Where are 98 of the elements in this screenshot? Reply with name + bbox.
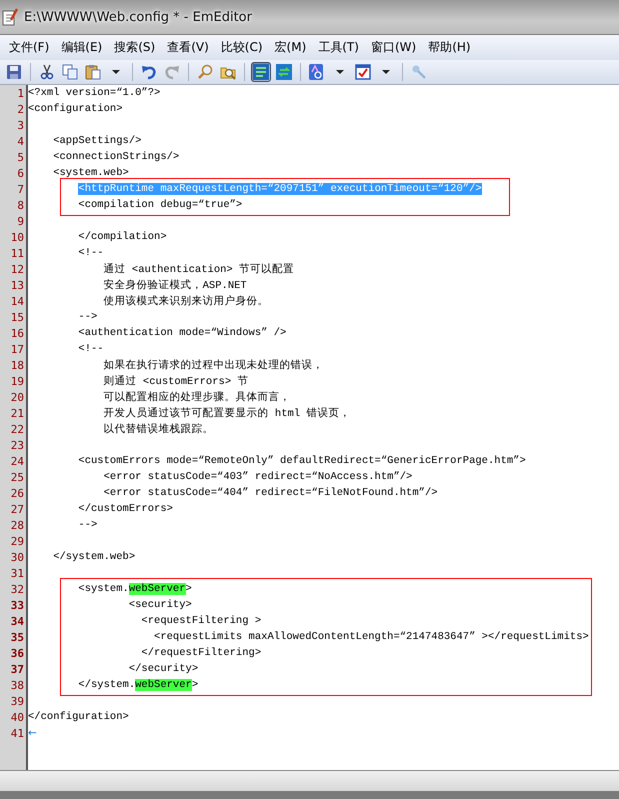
menu-item[interactable]: 查看(V) (161, 36, 215, 59)
menu-item[interactable]: 宏(M) (268, 36, 312, 59)
code-line: <requestFiltering > (140, 615, 262, 627)
line-number: 27 (10, 502, 24, 516)
line-number: 35 (10, 630, 24, 644)
code-line: </compilation> (77, 231, 167, 243)
line-number: 37 (10, 662, 24, 676)
code-line: 以代替错误堆栈跟踪。 (102, 422, 214, 436)
code-line: <configuration> (28, 103, 123, 115)
code-line: <error statusCode=“403” redirect=“NoAccess.htm”/> (102, 471, 412, 483)
line-number: 11 (10, 246, 24, 260)
menu-item[interactable]: 工具(T) (312, 36, 365, 59)
toolbar-button[interactable] (353, 62, 373, 82)
code-line: 使用该模式来识别来访用户身份。 (102, 294, 269, 308)
code-line: <connectionStrings/> (52, 151, 180, 163)
line-number: 21 (10, 406, 24, 420)
save-icon (6, 64, 22, 80)
line-number: 14 (10, 294, 24, 308)
line-number: 7 (16, 182, 24, 196)
search-icon (197, 64, 213, 80)
line-number: 22 (10, 422, 24, 436)
undo-icon (141, 64, 157, 80)
code-line: 安全身份验证模式，ASP.NET (102, 278, 247, 292)
code-line: </requestFiltering> (140, 647, 262, 659)
menu-item[interactable]: 帮助(H) (422, 36, 477, 59)
code-line: <error statusCode=“404” redirect=“FileNotFound.htm”/> (102, 487, 438, 499)
line-number: 41 (10, 726, 24, 740)
code-line: <requestLimits maxAllowedContentLength=“2147483647” ></requestLimits> (153, 631, 589, 643)
code-line: 可以配置相应的处理步骤。具体而言， (102, 390, 291, 404)
code-line: --> (77, 311, 98, 323)
code-line: </system.webServer> (77, 679, 198, 691)
menu-item[interactable]: 窗口(W) (364, 36, 422, 59)
code-line: <system.webServer> (77, 583, 192, 595)
code-line: <system.web> (52, 167, 129, 179)
clipboard-icon (85, 64, 101, 80)
menu-item[interactable]: 比较(C) (214, 36, 269, 59)
code-line: 通过 <authentication> 节可以配置 (102, 262, 294, 276)
lines-icon (253, 64, 269, 80)
line-number: 38 (10, 678, 24, 692)
window-title: E:\WWWW\Web.config * - EmEditor (24, 10, 252, 24)
code-line: </system.web> (52, 551, 136, 563)
line-number: 33 (10, 598, 24, 612)
code-line: <appSettings/> (52, 135, 142, 147)
code-line: ← (28, 726, 37, 740)
code-line: </configuration> (28, 711, 129, 723)
swap-arrows-icon (276, 64, 292, 80)
code-line: <customErrors mode=“RemoteOnly” defaultRedirect=“GenericErrorPage.htm”> (77, 455, 526, 467)
line-number: 3 (16, 118, 24, 132)
spell-icon (309, 64, 325, 80)
code-line: </customErrors> (77, 503, 173, 515)
line-number: 8 (16, 198, 24, 212)
line-number: 25 (10, 470, 24, 484)
line-number: 2 (16, 102, 24, 116)
copy-icon (62, 64, 78, 80)
line-number: 19 (10, 374, 24, 388)
line-number: 32 (10, 582, 24, 596)
line-number: 36 (10, 646, 24, 660)
line-number: 4 (16, 134, 24, 148)
line-number: 23 (10, 438, 24, 452)
line-number: 9 (16, 214, 24, 228)
line-number: 10 (10, 230, 24, 244)
code-line: <!-- (77, 343, 104, 355)
pin-icon (411, 64, 427, 80)
menu-item[interactable]: 编辑(E) (55, 36, 108, 59)
line-number: 26 (10, 486, 24, 500)
line-number: 24 (10, 454, 24, 468)
line-number: 15 (10, 310, 24, 324)
code-line: <!-- (77, 247, 104, 259)
code-line: 如果在执行请求的过程中出现未处理的错误， (102, 358, 324, 372)
line-number: 5 (16, 150, 24, 164)
menu-item[interactable]: 搜索(S) (108, 36, 162, 59)
code-line: </security> (128, 663, 198, 675)
line-number: 30 (10, 550, 24, 564)
code-line: 则通过 <customErrors> 节 (102, 374, 248, 388)
checklist-icon (355, 64, 371, 80)
line-number: 1 (16, 86, 24, 100)
code-line: --> (77, 519, 98, 531)
code-line: <security> (128, 599, 192, 611)
line-number: 6 (16, 166, 24, 180)
line-number: 18 (10, 358, 24, 372)
line-number: 29 (10, 534, 24, 548)
line-number: 17 (10, 342, 24, 356)
menu-item[interactable]: 文件(F) (3, 36, 56, 59)
code-line: <compilation debug=“true”> (77, 199, 242, 211)
code-line: 开发人员通过该节可配置要显示的 html 错误页， (102, 406, 350, 420)
line-number: 40 (10, 710, 24, 724)
line-number: 16 (10, 326, 24, 340)
line-number: 12 (10, 262, 24, 276)
code-line: <authentication mode=“Windows” /> (77, 327, 286, 339)
line-number: 31 (10, 566, 24, 580)
code-line: <?xml version=“1.0”?> (28, 87, 160, 99)
line-number: 28 (10, 518, 24, 532)
scissors-icon (39, 64, 55, 80)
redo-icon (164, 64, 180, 80)
line-number: 34 (10, 614, 24, 628)
line-number: 20 (10, 390, 24, 404)
line-number: 13 (10, 278, 24, 292)
line-number: 39 (10, 694, 24, 708)
